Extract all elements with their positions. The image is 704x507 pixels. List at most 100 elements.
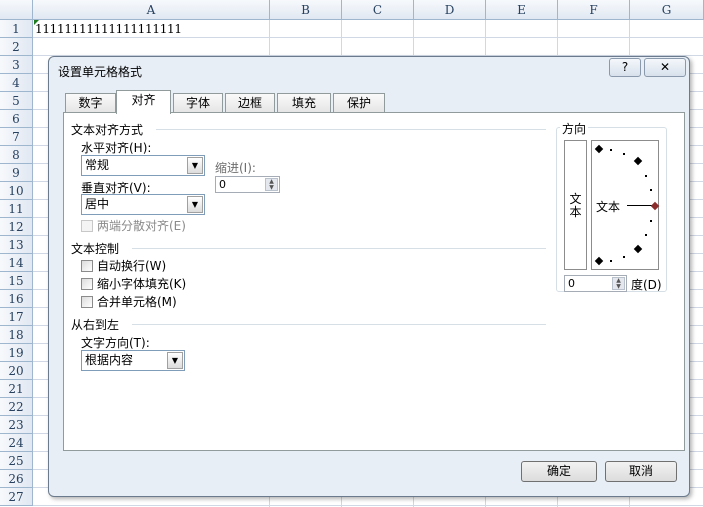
row-header-8[interactable]: 8	[0, 146, 33, 164]
orientation-text: 文本	[596, 200, 621, 214]
diamond-icon	[594, 256, 604, 266]
chevron-down-icon[interactable]: ▼	[167, 352, 183, 369]
text-direction-label: 文字方向(T):	[81, 336, 150, 350]
row-header-9[interactable]: 9	[0, 164, 33, 182]
indent-input[interactable]: 0 ▲ ▼	[215, 176, 280, 193]
distributed-label: 两端分散对齐(E)	[97, 219, 186, 233]
dialog-title: 设置单元格格式	[58, 65, 143, 79]
distributed-checkbox: 两端分散对齐(E)	[81, 219, 186, 233]
tab-font[interactable]: 字体	[173, 93, 223, 113]
wrap-text-label: 自动换行(W)	[97, 259, 167, 273]
row-header-14[interactable]: 14	[0, 254, 33, 272]
select-all-corner[interactable]	[0, 0, 33, 20]
spinner-icon[interactable]: ▲ ▼	[612, 277, 625, 290]
shrink-label: 缩小字体填充(K)	[97, 277, 187, 291]
row-header-16[interactable]: 16	[0, 290, 33, 308]
row-header-17[interactable]: 17	[0, 308, 33, 326]
horizontal-label: 水平对齐(H):	[81, 141, 152, 155]
dot-icon	[610, 149, 612, 151]
tab-alignment[interactable]: 对齐	[116, 90, 171, 114]
row-header-10[interactable]: 10	[0, 182, 33, 200]
indent-label: 缩进(I):	[215, 161, 256, 175]
merge-cells-checkbox[interactable]: 合并单元格(M)	[81, 295, 177, 309]
degrees-input[interactable]: 0 ▲ ▼	[564, 275, 627, 292]
close-button[interactable]: ✕	[644, 58, 686, 77]
row-header-4[interactable]: 4	[0, 74, 33, 92]
checkbox-icon	[81, 220, 93, 232]
degrees-value: 0	[568, 277, 575, 290]
row-header-23[interactable]: 23	[0, 416, 33, 434]
text-direction-select[interactable]: 根据内容 ▼	[81, 350, 185, 371]
row-header-13[interactable]: 13	[0, 236, 33, 254]
cancel-button[interactable]: 取消	[605, 461, 677, 482]
orientation-heading: 方向	[560, 120, 589, 137]
divider	[132, 248, 546, 249]
column-header-a[interactable]: A	[33, 0, 270, 20]
error-indicator-icon	[34, 20, 39, 25]
tab-fill[interactable]: 填充	[277, 93, 331, 113]
alignment-panel: 文本对齐方式 水平对齐(H): 常规 ▼ 缩进(I): 0 ▲ ▼ 垂直对齐(V): …	[63, 112, 685, 451]
checkbox-icon[interactable]	[81, 278, 93, 290]
checkbox-icon[interactable]	[81, 260, 93, 272]
row-header-6[interactable]: 6	[0, 110, 33, 128]
tab-number[interactable]: 数字	[65, 93, 116, 113]
vertical-select[interactable]: 居中 ▼	[81, 194, 205, 215]
vertical-value: 居中	[85, 197, 110, 211]
dot-icon	[623, 256, 625, 258]
row-header-1[interactable]: 1	[0, 20, 33, 38]
column-header-c[interactable]: C	[342, 0, 414, 20]
diamond-icon	[633, 244, 643, 254]
row-header-19[interactable]: 19	[0, 344, 33, 362]
row-header-2[interactable]: 2	[0, 38, 33, 56]
column-header-d[interactable]: D	[414, 0, 486, 20]
column-header-g[interactable]: G	[630, 0, 704, 20]
column-header-e[interactable]: E	[486, 0, 558, 20]
format-cells-dialog: 设置单元格格式 ? ✕ 数字 对齐 字体 边框 填充 保护 文本对齐方式 水平对…	[48, 56, 690, 497]
row-header-24[interactable]: 24	[0, 434, 33, 452]
text-control-heading: 文本控制	[71, 242, 120, 256]
help-button[interactable]: ?	[609, 58, 641, 77]
divider	[132, 324, 546, 325]
horizontal-select[interactable]: 常规 ▼	[81, 155, 205, 176]
row-header-7[interactable]: 7	[0, 128, 33, 146]
dot-icon	[623, 153, 625, 155]
orientation-dial[interactable]: 文本	[591, 140, 660, 270]
row-header-11[interactable]: 11	[0, 200, 33, 218]
diamond-icon	[633, 156, 643, 166]
horizontal-value: 常规	[85, 158, 110, 172]
chevron-down-icon[interactable]: ▼	[187, 157, 203, 174]
wrap-text-checkbox[interactable]: 自动换行(W)	[81, 259, 166, 273]
row-header-22[interactable]: 22	[0, 398, 33, 416]
dot-icon	[650, 220, 652, 222]
text-alignment-heading: 文本对齐方式	[71, 123, 144, 137]
row-header-21[interactable]: 21	[0, 380, 33, 398]
row-header-26[interactable]: 26	[0, 470, 33, 488]
checkbox-icon[interactable]	[81, 296, 93, 308]
chevron-down-icon[interactable]: ▼	[187, 196, 203, 213]
dot-icon	[610, 260, 612, 262]
gridline	[33, 505, 704, 506]
cell-a1[interactable]: 11111111111111111111	[35, 21, 182, 38]
row-header-5[interactable]: 5	[0, 92, 33, 110]
row-header-20[interactable]: 20	[0, 362, 33, 380]
shrink-to-fit-checkbox[interactable]: 缩小字体填充(K)	[81, 277, 186, 291]
row-header-3[interactable]: 3	[0, 56, 33, 74]
tab-protection[interactable]: 保护	[333, 93, 385, 113]
vertical-text-toggle[interactable]: 文本	[564, 140, 587, 270]
rtl-heading: 从右到左	[71, 318, 120, 332]
row-header-15[interactable]: 15	[0, 272, 33, 290]
dot-icon	[650, 189, 652, 191]
orientation-pointer	[627, 205, 652, 206]
column-header-f[interactable]: F	[558, 0, 630, 20]
tab-border[interactable]: 边框	[225, 93, 275, 113]
row-header-12[interactable]: 12	[0, 218, 33, 236]
orientation-handle-icon[interactable]	[650, 201, 660, 211]
spinner-icon[interactable]: ▲ ▼	[265, 178, 278, 191]
text-direction-value: 根据内容	[85, 353, 134, 367]
column-header-b[interactable]: B	[270, 0, 342, 20]
dot-icon	[645, 175, 647, 177]
ok-button[interactable]: 确定	[521, 461, 597, 482]
row-header-25[interactable]: 25	[0, 452, 33, 470]
row-header-27[interactable]: 27	[0, 488, 33, 506]
row-header-18[interactable]: 18	[0, 326, 33, 344]
